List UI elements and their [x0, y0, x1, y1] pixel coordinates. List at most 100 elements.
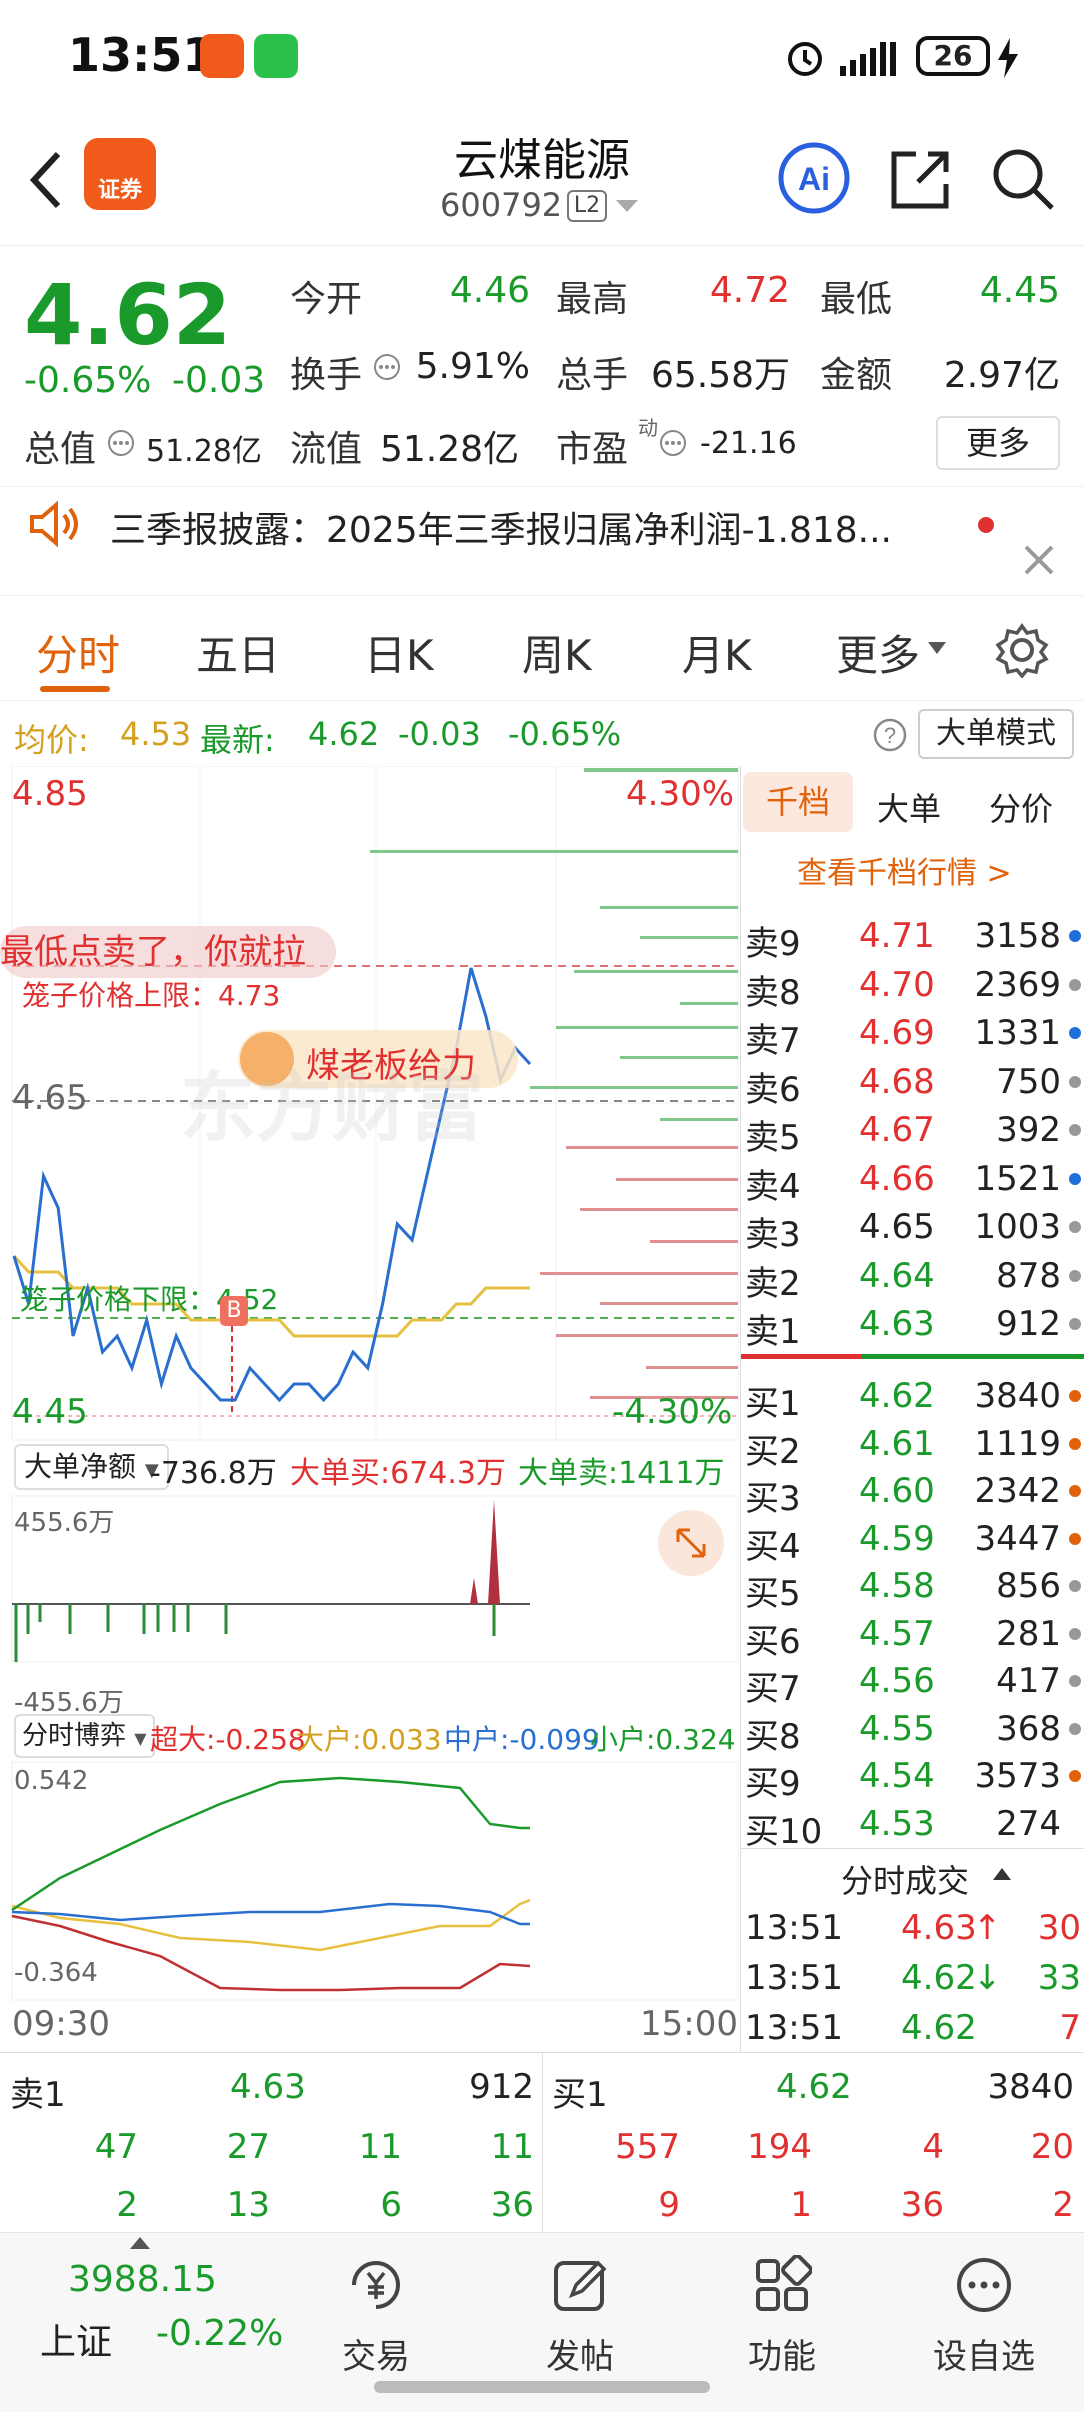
speaker-icon — [30, 500, 78, 548]
ask-row[interactable]: 卖6 4.68 750 — [741, 1058, 1084, 1110]
bid-row[interactable]: 买2 4.61 1119 — [741, 1420, 1084, 1472]
ai-assistant-icon[interactable]: Ai — [776, 140, 852, 216]
trade-price: 4.62 — [901, 1958, 977, 1998]
view-depth-link[interactable]: 查看千档行情 > — [797, 848, 1012, 892]
volume-value: 65.58万 — [650, 355, 790, 396]
order-flag-dot — [1069, 1075, 1081, 1088]
help-icon[interactable]: ? — [872, 717, 908, 753]
danmu-comment[interactable]: 最低点卖了，你就拉 — [0, 926, 336, 978]
bid-row[interactable]: 买5 4.58 856 — [741, 1562, 1084, 1614]
stock-code: 600792 — [440, 186, 563, 224]
level-label: 买8 — [745, 1716, 801, 1757]
trade-direction-icon: ↑ — [973, 1908, 1002, 1948]
search-icon[interactable] — [990, 146, 1056, 212]
level-volume: 281 — [996, 1613, 1061, 1654]
trade-time: 13:51 — [745, 1958, 843, 1998]
tab-monthly-k[interactable]: 月K — [682, 622, 752, 683]
nav-post[interactable]: 发帖 — [500, 2233, 660, 2383]
ask-row[interactable]: 卖9 4.71 3158 — [741, 912, 1084, 964]
book-tab-big-order[interactable]: 大单 — [877, 784, 941, 830]
collapse-icon[interactable] — [993, 1868, 1011, 1882]
bid-row[interactable]: 买3 4.60 2342 — [741, 1467, 1084, 1519]
bid-row[interactable]: 买8 4.55 368 — [741, 1705, 1084, 1757]
turnover-label: 换手 — [290, 355, 363, 396]
bottom-navigation: 3988.15 上证 -0.22% 交易 发帖 功能 设自选 — [0, 2232, 1084, 2412]
home-indicator[interactable] — [374, 2381, 710, 2393]
avg-value: 4.53 — [120, 715, 192, 753]
ask-bid-divider-green — [861, 1354, 1084, 1359]
change-pct: -0.65% — [24, 360, 152, 401]
bid-row[interactable]: 买6 4.57 281 — [741, 1610, 1084, 1662]
index-change: -0.22% — [156, 2313, 284, 2354]
intraday-chart-area[interactable]: 4.85 4.30% 最低点卖了，你就拉 笼子价格上限：4.73 煤老板给力 东… — [0, 766, 740, 2052]
super-large-value: 超大:-0.258 — [150, 1723, 306, 1756]
tab-weekly-k[interactable]: 周K — [522, 622, 592, 683]
sell-queue-cell: 11 — [358, 2127, 402, 2167]
sell-queue-cell: 13 — [226, 2185, 270, 2225]
share-icon[interactable] — [888, 146, 954, 212]
tab-more[interactable]: 更多 — [836, 622, 920, 683]
level-volume: 1331 — [974, 1013, 1061, 1053]
sell-queue-cell: 11 — [490, 2127, 534, 2167]
buy-point-marker[interactable]: B — [220, 1296, 248, 1326]
post-icon — [554, 2260, 607, 2311]
bid-row[interactable]: 买1 4.62 3840 — [741, 1372, 1084, 1424]
buy1-vol: 3840 — [987, 2067, 1074, 2107]
price-axis-mid: 4.65 — [12, 1078, 88, 1118]
active-tab-indicator — [40, 686, 110, 692]
trades-title[interactable]: 分时成交 — [841, 1856, 969, 1902]
info-icon[interactable] — [106, 428, 136, 458]
big-order-selector[interactable]: 大单净额 ▼ — [14, 1444, 169, 1490]
level-price: 4.58 — [859, 1566, 935, 1606]
game-selector[interactable]: 分时博弈 ▼ — [14, 1714, 155, 1758]
level-price: 4.69 — [859, 1013, 935, 1053]
more-dropdown-icon[interactable] — [928, 642, 946, 654]
ask-row[interactable]: 卖7 4.69 1331 — [741, 1009, 1084, 1061]
level2-badge[interactable]: L2 — [567, 190, 607, 222]
close-icon[interactable] — [1022, 543, 1056, 577]
ask-bid-divider-red — [741, 1354, 861, 1359]
small-holder-value: 小户:0.324 — [590, 1723, 736, 1756]
change-value: -0.03 — [172, 360, 266, 401]
order-flag-dot — [1069, 1770, 1081, 1782]
add-watchlist-icon — [957, 2258, 1011, 2312]
announcement-bar[interactable]: 三季报披露：2025年三季报归属净利润-1.818... — [0, 486, 1084, 596]
book-tab-by-price[interactable]: 分价 — [989, 784, 1053, 830]
expand-icon — [676, 1528, 706, 1558]
bid-row[interactable]: 买10 4.53 274 — [741, 1800, 1084, 1852]
nav-add-watchlist[interactable]: 设自选 — [904, 2233, 1064, 2383]
trade-row: 13:51 4.62 ↓ 33 — [741, 1954, 1084, 2002]
ask-row[interactable]: 卖5 4.67 392 — [741, 1106, 1084, 1158]
announcement-text[interactable]: 三季报披露：2025年三季报归属净利润-1.818... — [110, 501, 940, 553]
dropdown-icon[interactable] — [616, 200, 638, 214]
more-button[interactable]: 更多 — [936, 416, 1060, 470]
bid-row[interactable]: 买9 4.54 3573 — [741, 1752, 1084, 1804]
sell1-price: 4.63 — [230, 2067, 306, 2107]
ask-row[interactable]: 卖2 4.64 878 — [741, 1252, 1084, 1304]
ask-row[interactable]: 卖4 4.66 1521 — [741, 1155, 1084, 1207]
index-ticker[interactable]: 3988.15 上证 -0.22% — [0, 2233, 300, 2383]
latest-value: 4.62 — [308, 715, 380, 753]
settings-gear-icon[interactable] — [994, 622, 1050, 678]
bid-row[interactable]: 买7 4.56 417 — [741, 1657, 1084, 1709]
nav-trade[interactable]: 交易 — [296, 2233, 456, 2383]
ask-row[interactable]: 卖8 4.70 2369 — [741, 961, 1084, 1013]
tab-intraday[interactable]: 分时 — [36, 622, 120, 683]
bid-row[interactable]: 买4 4.59 3447 — [741, 1515, 1084, 1567]
ask-row[interactable]: 卖1 4.63 912 — [741, 1300, 1084, 1352]
ask-row[interactable]: 卖3 4.65 1003 — [741, 1203, 1084, 1255]
level-price: 4.63 — [859, 1304, 935, 1344]
info-icon[interactable] — [372, 352, 402, 382]
tab-five-day[interactable]: 五日 — [196, 622, 280, 683]
big-order-mode-button[interactable]: 大单模式 — [918, 709, 1074, 759]
turnover-value: 5.91% — [415, 346, 530, 387]
tab-daily-k[interactable]: 日K — [364, 622, 434, 683]
expand-button[interactable] — [658, 1510, 724, 1576]
level-price: 4.61 — [859, 1423, 935, 1464]
order-flag-dot — [1069, 1269, 1081, 1282]
volume-label: 总手 — [556, 355, 629, 396]
nav-function[interactable]: 功能 — [702, 2233, 862, 2383]
sell-queue-cell: 27 — [226, 2127, 270, 2167]
book-tab-thousand[interactable]: 千档 — [743, 772, 853, 832]
info-icon[interactable] — [658, 428, 688, 458]
